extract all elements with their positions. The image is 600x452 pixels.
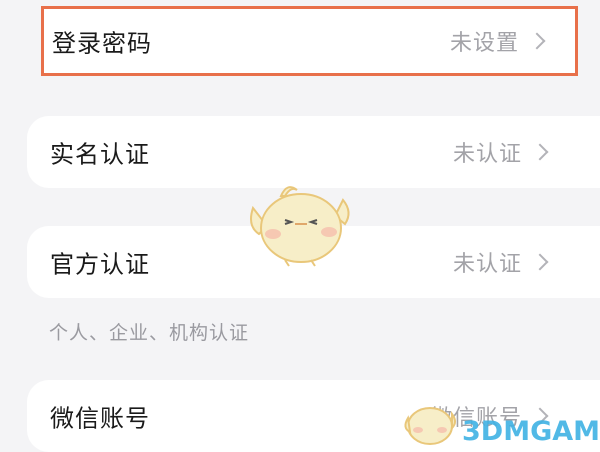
chevron-right-icon — [531, 253, 549, 271]
watermark-3dmgame: 3DMGAME — [462, 416, 600, 447]
login-password-label: 登录密码 — [52, 29, 152, 58]
official-verification-hint: 个人、企业、机构认证 — [49, 322, 250, 344]
real-name-verification-value-group: 未认证 — [452, 136, 549, 168]
wechat-account-label: 微信账号 — [50, 404, 150, 433]
chevron-right-icon — [528, 32, 546, 50]
watermark-mascot-icon — [404, 407, 456, 445]
login-password-value-group: 未设置 — [449, 25, 546, 57]
chevron-right-icon — [531, 143, 549, 161]
official-verification-value: 未认证 — [452, 252, 522, 277]
official-verification-label: 官方认证 — [50, 250, 150, 279]
official-verification-value-group: 未认证 — [452, 246, 549, 278]
login-password-row[interactable]: 登录密码 未设置 — [41, 6, 578, 76]
mascot-sticker-icon — [250, 186, 350, 267]
real-name-verification-value: 未认证 — [452, 142, 522, 167]
login-password-value: 未设置 — [449, 31, 519, 56]
real-name-verification-label: 实名认证 — [50, 140, 150, 169]
